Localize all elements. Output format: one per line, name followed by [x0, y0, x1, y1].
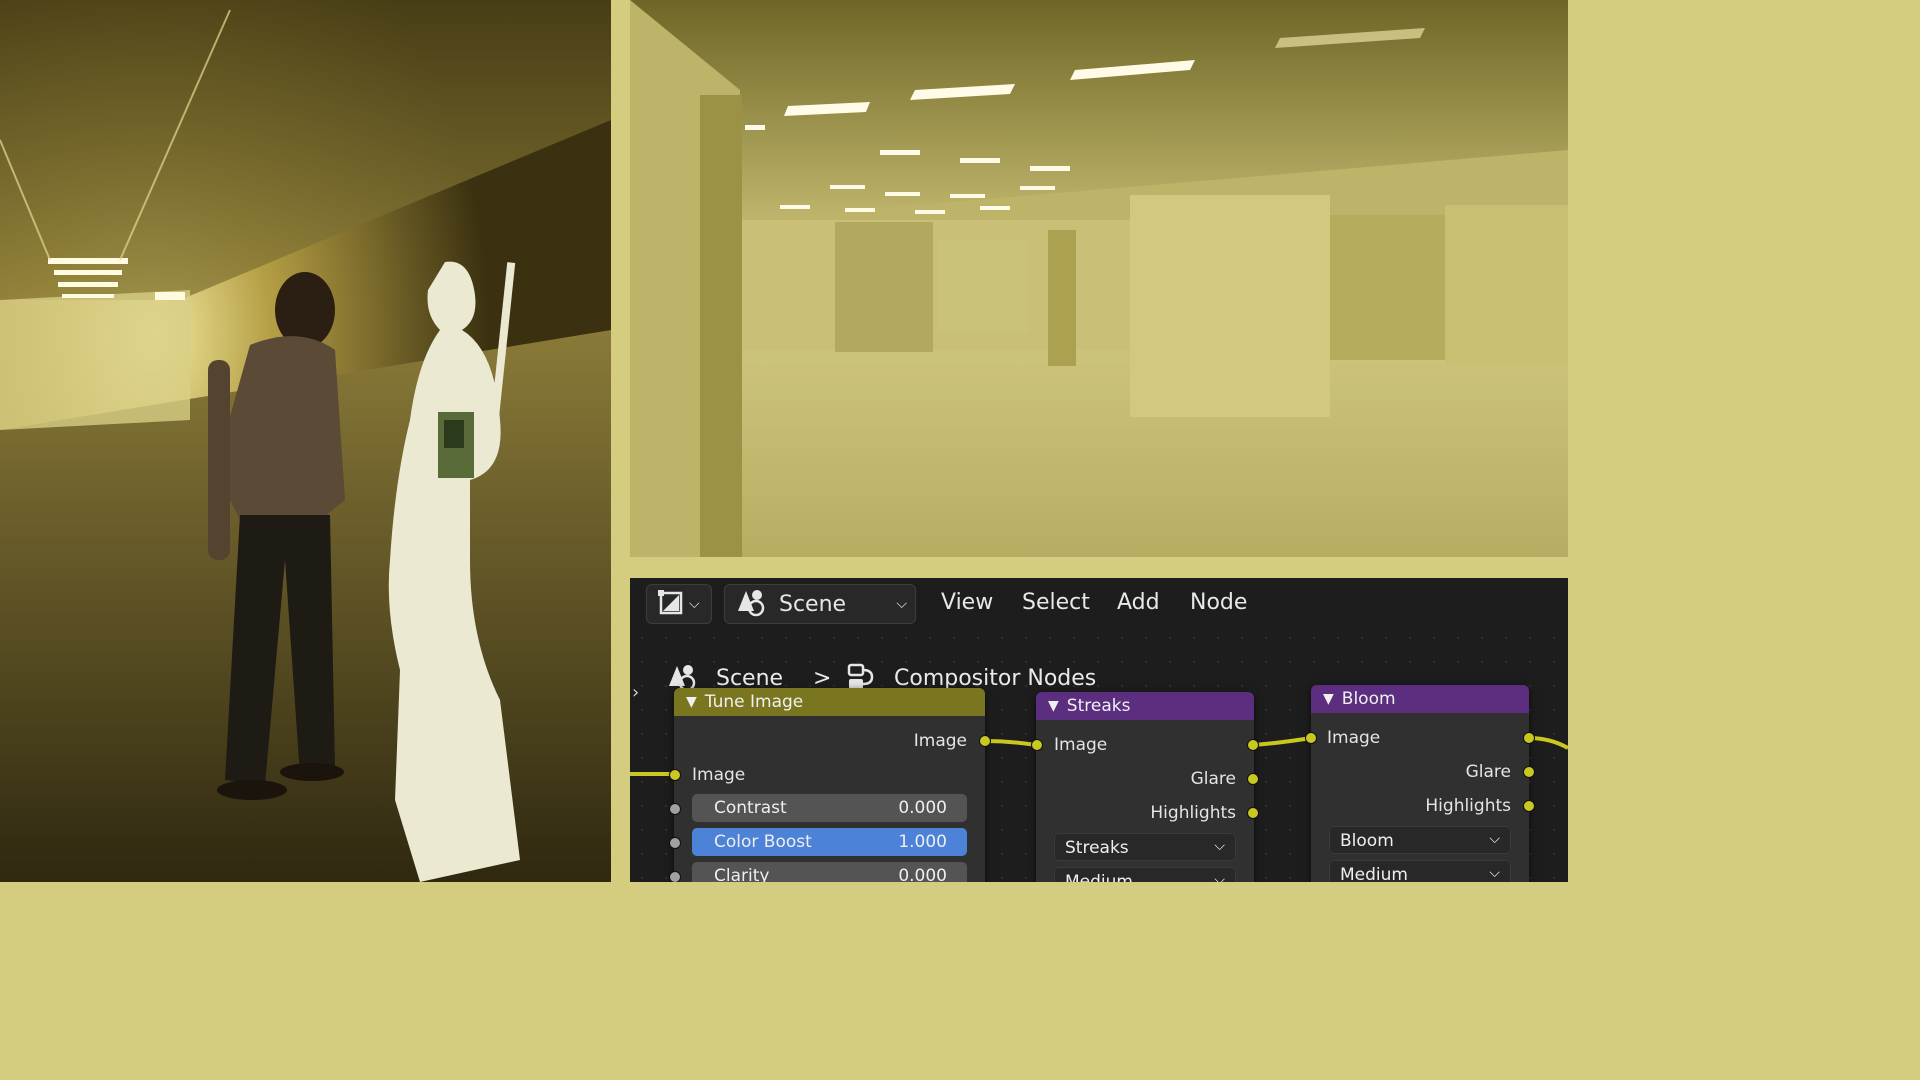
bloom-node[interactable]: ▼ Bloom Image Glare Highlights Bloom ⌵ M… — [1311, 685, 1529, 882]
tune-image-header[interactable]: ▼ Tune Image — [674, 688, 985, 716]
streaks-type-value: Streaks — [1065, 838, 1129, 858]
clarity-value: 0.000 — [898, 866, 947, 882]
bloom-input-label: Image — [1327, 728, 1381, 748]
bloom-quality-select[interactable]: Medium ⌵ — [1329, 860, 1511, 882]
tune-image-input-label: Image — [692, 765, 746, 785]
collapse-chevron-icon[interactable]: ▼ — [1048, 698, 1059, 714]
bloom-input-socket[interactable] — [1305, 732, 1317, 744]
streaks-title: Streaks — [1066, 696, 1131, 716]
bloom-glare-socket[interactable] — [1523, 766, 1535, 778]
streaks-highlights-label: Highlights — [1150, 803, 1236, 823]
bloom-header[interactable]: ▼ Bloom — [1311, 685, 1529, 713]
clarity-label: Clarity — [714, 866, 770, 882]
streaks-input-label: Image — [1054, 735, 1108, 755]
color-boost-label: Color Boost — [714, 832, 812, 852]
chevron-down-icon: ⌵ — [1489, 865, 1500, 881]
contrast-socket[interactable] — [669, 803, 681, 815]
bloom-quality-value: Medium — [1340, 865, 1408, 882]
clarity-socket[interactable] — [669, 871, 681, 882]
streaks-input-socket[interactable] — [1031, 739, 1043, 751]
contrast-value: 0.000 — [898, 798, 947, 818]
color-boost-field[interactable]: Color Boost 1.000 — [692, 828, 967, 856]
tune-image-output-socket[interactable] — [979, 735, 991, 747]
tune-image-title: Tune Image — [704, 692, 804, 712]
bloom-highlights-socket[interactable] — [1523, 800, 1535, 812]
collapse-chevron-icon[interactable]: ▼ — [686, 694, 697, 710]
tune-image-node[interactable]: ▼ Tune Image Image Image Contrast 0.000 … — [674, 688, 985, 882]
bloom-highlights-label: Highlights — [1425, 796, 1511, 816]
streaks-quality-value: Medium — [1065, 872, 1133, 882]
bloom-title: Bloom — [1341, 689, 1396, 709]
streaks-highlights-socket[interactable] — [1247, 807, 1259, 819]
tune-image-output-label: Image — [913, 731, 967, 751]
streaks-header[interactable]: ▼ Streaks — [1036, 692, 1254, 720]
bloom-glare-label: Glare — [1465, 762, 1511, 782]
color-boost-value: 1.000 — [898, 832, 947, 852]
tune-image-input-socket[interactable] — [669, 769, 681, 781]
bloom-output-socket[interactable] — [1523, 732, 1535, 744]
streaks-quality-select[interactable]: Medium ⌵ — [1054, 867, 1236, 882]
streaks-glare-socket[interactable] — [1247, 773, 1259, 785]
collapse-chevron-icon[interactable]: ▼ — [1323, 691, 1334, 707]
render-viewport — [630, 0, 1568, 557]
streaks-node[interactable]: ▼ Streaks Image Glare Highlights Streaks… — [1036, 692, 1254, 882]
compositor-node-editor[interactable]: ⌵ Scene ⌵ View Select Add Node Scene > C… — [630, 578, 1568, 882]
streaks-type-select[interactable]: Streaks ⌵ — [1054, 833, 1236, 861]
contrast-label: Contrast — [714, 798, 787, 818]
contrast-field[interactable]: Contrast 0.000 — [692, 794, 967, 822]
chevron-down-icon: ⌵ — [1214, 872, 1225, 882]
bloom-type-value: Bloom — [1340, 831, 1394, 851]
chevron-down-icon: ⌵ — [1214, 838, 1225, 854]
bloom-type-select[interactable]: Bloom ⌵ — [1329, 826, 1511, 854]
chevron-down-icon: ⌵ — [1489, 831, 1500, 847]
color-boost-socket[interactable] — [669, 837, 681, 849]
film-still-image — [0, 0, 611, 882]
streaks-output-socket[interactable] — [1247, 739, 1259, 751]
clarity-field[interactable]: Clarity 0.000 — [692, 862, 967, 882]
streaks-glare-label: Glare — [1190, 769, 1236, 789]
